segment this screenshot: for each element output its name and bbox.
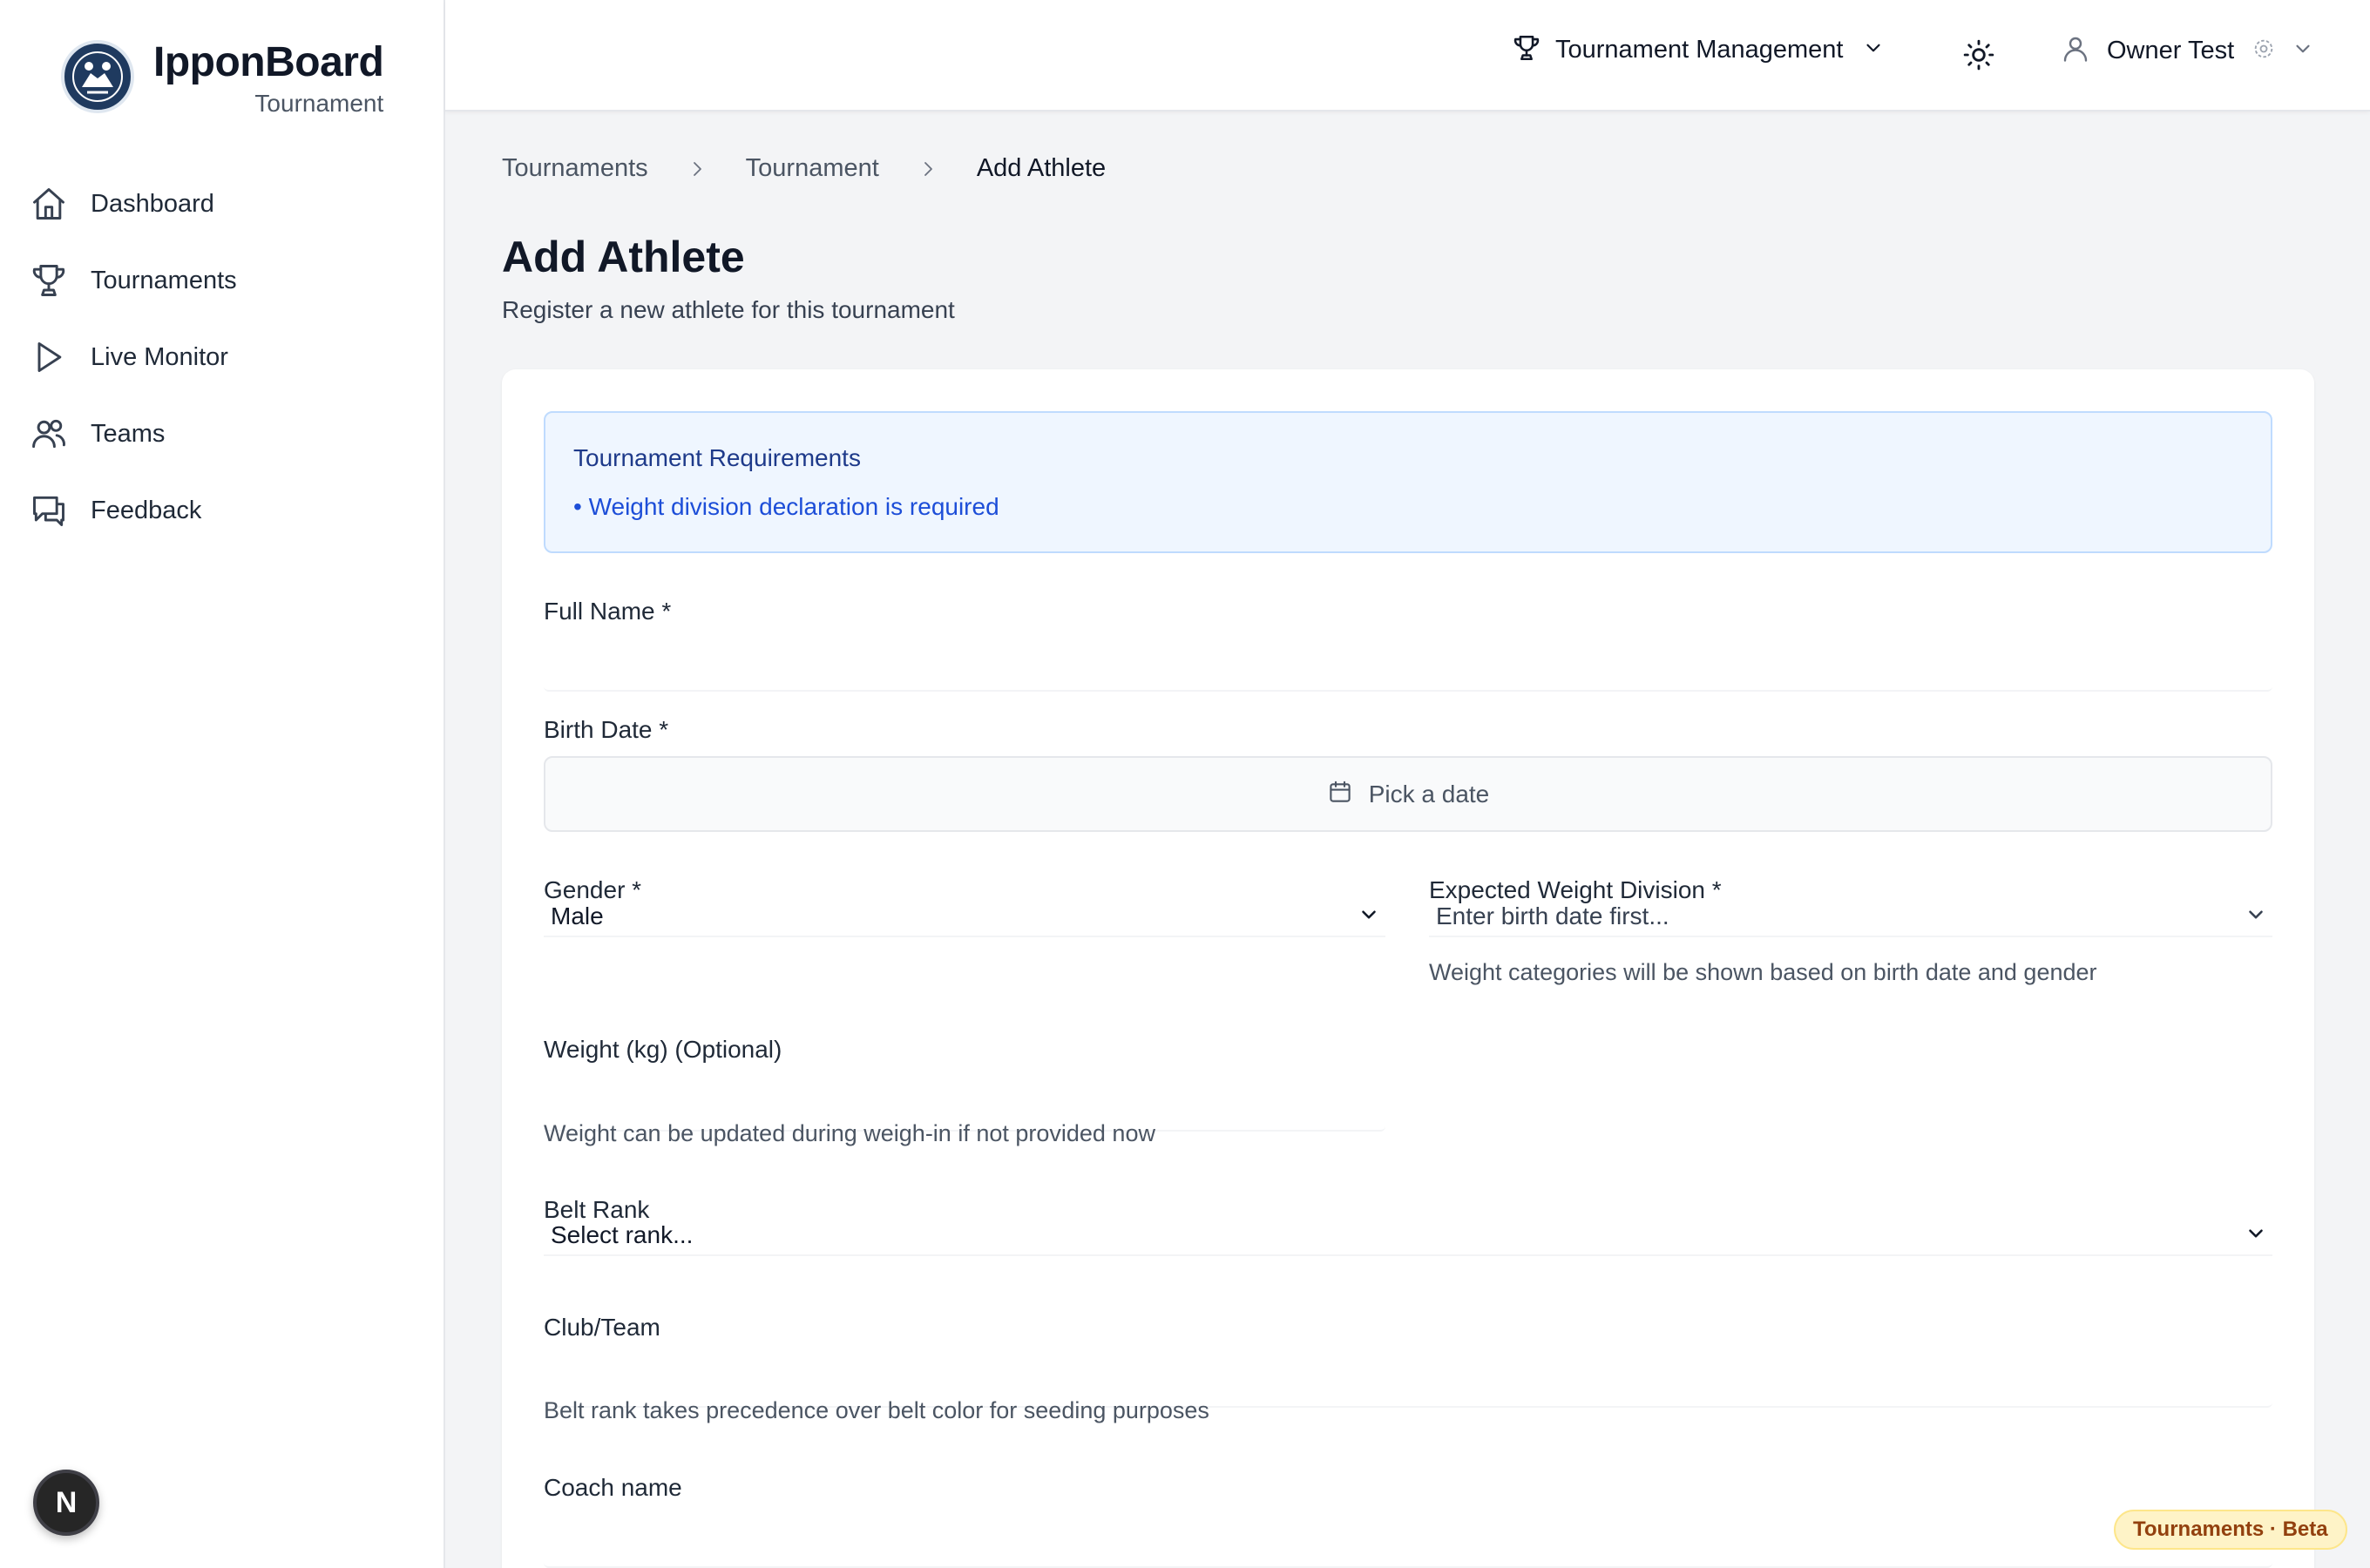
trophy-icon bbox=[28, 260, 70, 301]
sidebar-item-label: Live Monitor bbox=[91, 342, 228, 371]
gender-select-value: Male bbox=[551, 902, 604, 929]
calendar-icon bbox=[1327, 779, 1353, 809]
club-team-label: Club/Team bbox=[544, 1314, 660, 1341]
beta-badge: Tournaments · Beta bbox=[2114, 1510, 2347, 1550]
add-athlete-form-card: Tournament Requirements • Weight divisio… bbox=[502, 369, 2314, 1568]
sidebar-item-label: Tournaments bbox=[91, 266, 237, 294]
user-name: Owner Test bbox=[2107, 37, 2235, 64]
dev-indicator-button[interactable]: N bbox=[33, 1470, 99, 1536]
full-name-input[interactable] bbox=[544, 674, 2272, 692]
sidebar-item-live-monitor[interactable]: Live Monitor bbox=[28, 319, 420, 395]
play-icon bbox=[28, 336, 70, 378]
birth-date-placeholder: Pick a date bbox=[1368, 780, 1490, 808]
user-menu[interactable]: Owner Test bbox=[2060, 33, 2314, 69]
trophy-icon bbox=[1512, 33, 1541, 67]
coach-name-input[interactable] bbox=[544, 1551, 2272, 1568]
sidebar-item-label: Dashboard bbox=[91, 189, 214, 218]
tournament-management-label: Tournament Management bbox=[1555, 36, 1844, 64]
belt-rank-select[interactable]: Select rank... bbox=[544, 1216, 2272, 1256]
belt-rank-select-value: Select rank... bbox=[551, 1221, 694, 1248]
weight-help: Weight can be updated during weigh-in if… bbox=[544, 1120, 1155, 1146]
brand[interactable]: IpponBoard Tournament bbox=[61, 39, 384, 118]
ipponboard-logo bbox=[61, 40, 134, 113]
brand-subtitle: Tournament bbox=[254, 90, 384, 117]
theme-toggle-button[interactable] bbox=[1959, 37, 1999, 77]
chevron-down-icon bbox=[2245, 1222, 2267, 1249]
requirement-item: • Weight division declaration is require… bbox=[573, 493, 999, 520]
page-title: Add Athlete bbox=[502, 233, 745, 281]
chevron-right-icon bbox=[918, 159, 938, 179]
breadcrumb: Tournaments Tournament Add Athlete bbox=[502, 154, 1106, 183]
sidebar-item-label: Feedback bbox=[91, 496, 202, 524]
users-icon bbox=[28, 413, 70, 455]
chevron-right-icon bbox=[687, 159, 708, 179]
requirements-title: Tournament Requirements bbox=[573, 444, 861, 471]
full-name-label: Full Name * bbox=[544, 598, 672, 625]
weight-division-help: Weight categories will be shown based on… bbox=[1429, 959, 2097, 985]
sidebar-item-label: Teams bbox=[91, 419, 166, 448]
top-header: Tournament Management Owner Test bbox=[445, 0, 2370, 112]
page-subtitle: Register a new athlete for this tourname… bbox=[502, 296, 955, 323]
club-team-help: Belt rank takes precedence over belt col… bbox=[544, 1397, 1209, 1423]
weight-division-select[interactable]: Enter birth date first... bbox=[1429, 897, 2272, 937]
chevron-down-icon bbox=[1358, 903, 1380, 930]
weight-label: Weight (kg) (Optional) bbox=[544, 1036, 782, 1063]
coach-name-label: Coach name bbox=[544, 1474, 682, 1501]
user-icon bbox=[2060, 33, 2091, 69]
sidebar-item-feedback[interactable]: Feedback bbox=[28, 472, 420, 549]
brand-title: IpponBoard bbox=[153, 39, 384, 85]
breadcrumb-tournaments[interactable]: Tournaments bbox=[502, 154, 648, 183]
home-icon bbox=[28, 183, 70, 225]
sidebar-item-teams[interactable]: Teams bbox=[28, 395, 420, 472]
sun-icon bbox=[1962, 38, 1995, 76]
tournament-management-menu[interactable]: Tournament Management bbox=[1512, 33, 1885, 67]
sidebar-item-dashboard[interactable]: Dashboard bbox=[28, 166, 420, 242]
chat-icon bbox=[28, 490, 70, 531]
settings-gear-icon bbox=[2252, 37, 2276, 65]
birth-date-label: Birth Date * bbox=[544, 716, 669, 743]
gender-select[interactable]: Male bbox=[544, 897, 1385, 937]
chevron-down-icon bbox=[1862, 37, 1885, 64]
weight-division-select-value: Enter birth date first... bbox=[1436, 902, 1669, 929]
tournament-requirements-notice: Tournament Requirements • Weight divisio… bbox=[544, 411, 2272, 553]
sidebar-nav: Dashboard Tournaments Live Monitor Teams… bbox=[28, 166, 420, 549]
chevron-down-icon bbox=[2292, 37, 2314, 64]
sidebar: IpponBoard Tournament Dashboard Tourname… bbox=[0, 0, 445, 1568]
sidebar-item-tournaments[interactable]: Tournaments bbox=[28, 242, 420, 319]
birth-date-picker-button[interactable]: Pick a date bbox=[544, 756, 2272, 832]
breadcrumb-tournament[interactable]: Tournament bbox=[746, 154, 879, 183]
breadcrumb-current: Add Athlete bbox=[976, 154, 1107, 182]
chevron-down-icon bbox=[2245, 903, 2267, 930]
